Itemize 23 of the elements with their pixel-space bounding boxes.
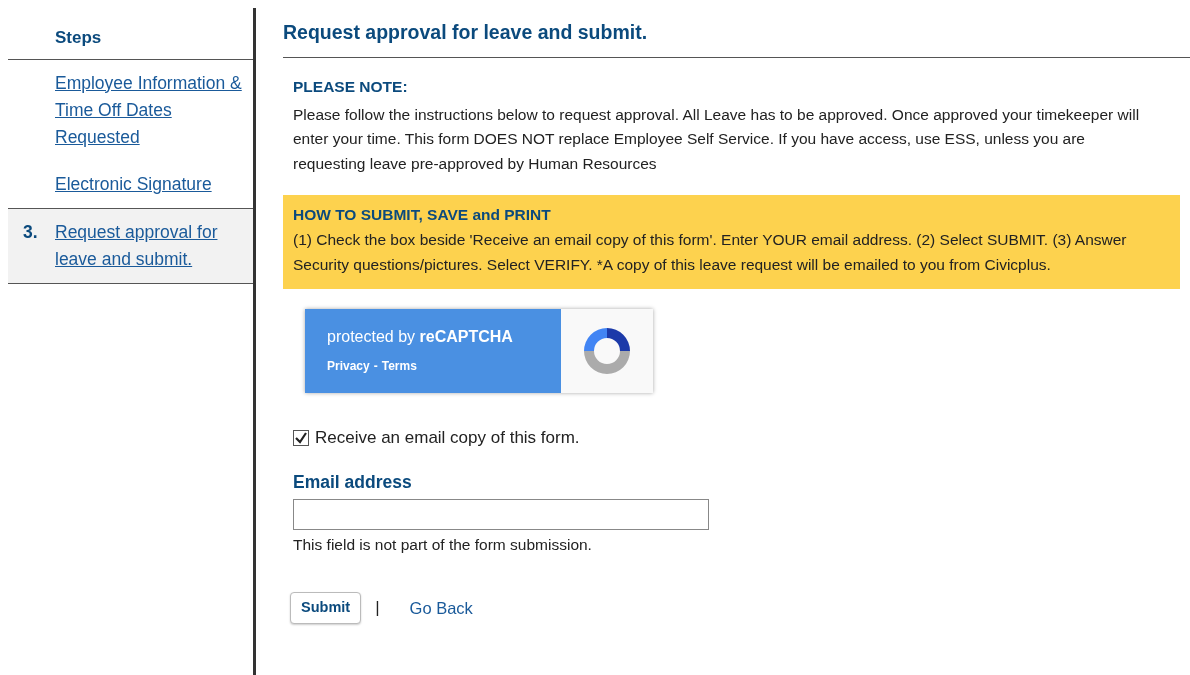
step-link[interactable]: Request approval for leave and submit. bbox=[55, 218, 245, 273]
email-copy-checkbox[interactable] bbox=[293, 430, 309, 446]
instructions-heading: HOW TO SUBMIT, SAVE and PRINT bbox=[293, 205, 552, 225]
note-text: Please follow the instructions below to request approval. All Leave has to be approved. Once approved your timekeeper will enter your time. This form DOES NOT replace Employee Self Service. If you have access, use ESS, unless you are requesting leave pre-approved by Human Resources bbox=[293, 104, 1141, 174]
email-label: Email address bbox=[293, 470, 413, 494]
field-hint: This field is not part of the form submission. bbox=[293, 535, 593, 555]
step-item[interactable]: Employee Information & Time Off Dates Requested bbox=[8, 59, 253, 161]
step-item[interactable]: Electronic Signature bbox=[8, 160, 253, 208]
sidebar-title: Steps bbox=[55, 28, 102, 47]
instructions-text: (1) Check the box beside 'Receive an email copy of this form'. Enter YOUR email address. (2) Select SUBMIT. (3) Answer Security questions/pictures. Select VERIFY. *A copy of this leave request will be emailed to you from Civicplus. bbox=[293, 230, 1128, 275]
step-link[interactable]: Electronic Signature bbox=[55, 170, 212, 198]
checkbox-label: Receive an email copy of this form. bbox=[315, 427, 580, 450]
link-separator: - bbox=[373, 358, 378, 376]
email-input-field[interactable] bbox=[293, 499, 709, 530]
action-divider: | bbox=[375, 597, 380, 620]
note-heading: PLEASE NOTE: bbox=[293, 77, 409, 98]
step-item[interactable]: 3. Request approval for leave and submit. bbox=[8, 207, 253, 284]
step-number: 3. bbox=[23, 221, 38, 242]
step-link[interactable]: Employee Information & Time Off Dates Requested bbox=[55, 69, 245, 151]
go-back-link[interactable]: Go Back bbox=[409, 595, 473, 621]
captcha-label: protected by reCAPTCHA bbox=[327, 327, 514, 348]
page-title: Request approval for leave and submit. bbox=[283, 20, 649, 45]
submit-button[interactable]: Submit bbox=[290, 592, 362, 624]
